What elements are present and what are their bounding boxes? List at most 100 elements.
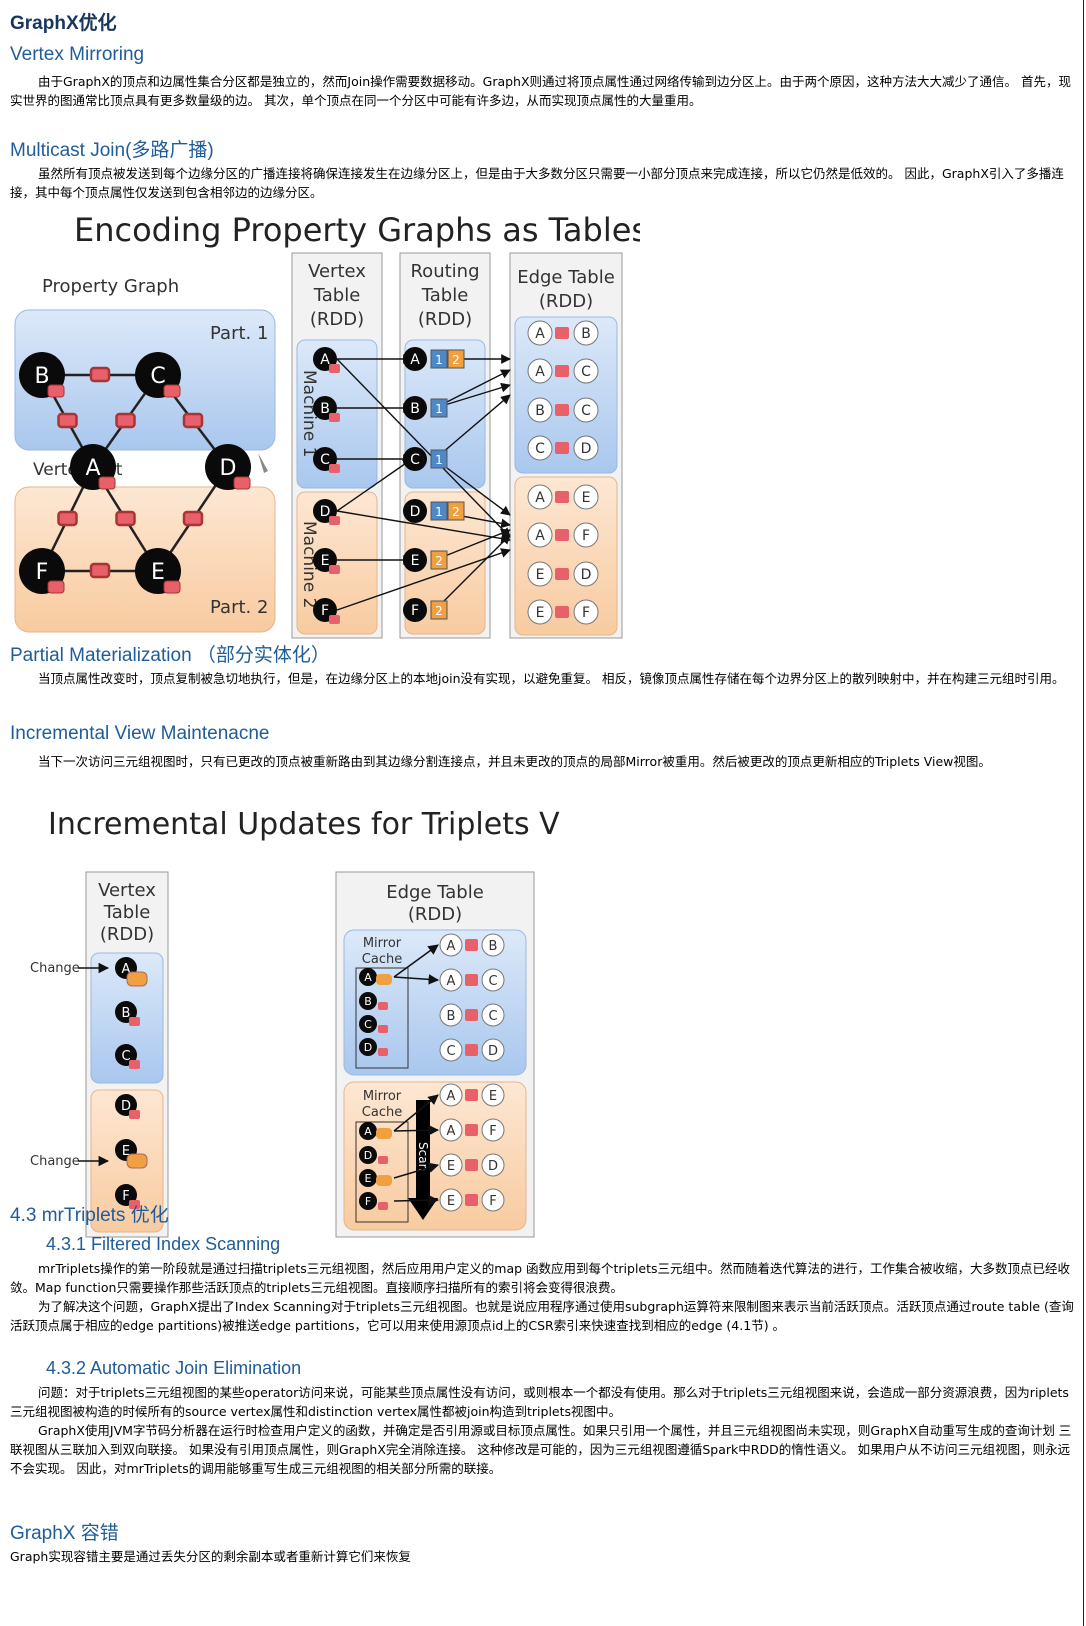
property-graph-label: Property Graph (42, 276, 179, 297)
figure-incremental-updates: Incremental Updates for Triplets View Ve… (30, 807, 560, 1238)
edge-marker (89, 562, 111, 579)
edge-marker (465, 1089, 478, 1101)
edge-dst-label: F (582, 528, 590, 544)
part1-label: Part. 1 (210, 323, 268, 344)
edge-src-label: A (535, 326, 545, 342)
edge-src-label: E (536, 567, 545, 583)
edge-marker (555, 327, 569, 339)
routing-partition-label: 2 (452, 505, 460, 519)
changed-attr-cylinder (376, 974, 392, 985)
vertex-attr-marker (98, 476, 116, 490)
paragraph-multicast-join: 虽然所有顶点被发送到每个边缘分区的广播连接将确保连接发生在边缘分区上，但是由于大… (10, 166, 1064, 200)
graph-node-label: F (36, 560, 49, 585)
svg-text:VertexTable(RDD): Vertex Table (RDD) (308, 261, 366, 330)
figure-encoding-property-graphs: Encoding Property Graphs as Tables Prope… (14, 211, 640, 639)
edge-marker (465, 1159, 478, 1171)
edge-dst-label: D (488, 1159, 498, 1174)
vertex-node-label: A (320, 352, 330, 368)
edge-dst-label: D (581, 441, 592, 457)
routing-partition-label: 1 (435, 453, 443, 467)
paragraph-incremental-view: 当下一次访问三元组视图时，只有已更改的顶点被重新路由到其边缘分割连接点，并且未更… (38, 754, 991, 769)
cache-arrow (393, 1194, 440, 1206)
changed-attr-cylinder (126, 1153, 148, 1169)
rt-line1: Routing (410, 261, 479, 282)
cache-arrow (393, 1124, 440, 1136)
paragraph-automatic-1: 问题：对于triplets三元组视图的某些operator访问来说，可能某些顶点… (10, 1385, 1069, 1419)
cache-vertex-label: B (364, 995, 372, 1008)
edge-marker (115, 510, 136, 527)
edge-src-label: E (447, 1159, 455, 1174)
figure1-title: Encoding Property Graphs as Tables (74, 211, 640, 249)
et2-line1: Edge Table (386, 882, 484, 903)
cache-vertex-label: D (364, 1149, 372, 1162)
edge-marker (465, 1194, 478, 1206)
vertex-attr-marker (329, 464, 340, 473)
edge-src-label: A (535, 490, 545, 506)
edge-src-label: B (447, 1009, 456, 1024)
cache-vertex-label: A (364, 1125, 372, 1138)
vertex-attr-marker (329, 565, 340, 574)
edge-src-label: C (535, 441, 545, 457)
edge-marker (465, 1009, 478, 1021)
edge-marker (182, 510, 204, 527)
edge-marker (555, 606, 569, 618)
edge-marker (465, 1044, 478, 1056)
routing-node-label: C (410, 452, 420, 468)
et-line2: (RDD) (539, 291, 593, 312)
mc1-line2: Cache (362, 952, 402, 967)
mc2-line2: Cache (362, 1105, 402, 1120)
heading-multicast-join: Multicast Join(多路广播) (10, 140, 214, 161)
edge-marker (555, 404, 569, 416)
pencil-icon (258, 453, 268, 473)
paragraph-filtered-2: 为了解决这个问题，GraphX提出了Index Scanning对于triple… (10, 1299, 1074, 1333)
svg-text:VertexTable(RDD): Vertex Table (RDD) (98, 880, 156, 945)
changed-attr-cylinder (376, 1128, 392, 1139)
edge-marker (555, 529, 569, 541)
vt-line1: Vertex (308, 261, 366, 282)
routing-partition-label: 1 (435, 402, 443, 416)
heading-filtered-index: 4.3.1 Filtered Index Scanning (46, 1234, 281, 1254)
vt2-line2: Table (103, 902, 151, 923)
edge-src-label: E (447, 1194, 455, 1209)
edge-src-label: A (447, 939, 456, 954)
cache-vertex-label: A (364, 971, 372, 984)
edge-marker (57, 510, 78, 527)
vertex-attr-marker (233, 476, 251, 490)
vertex-attr-marker (163, 384, 181, 398)
et-line1: Edge Table (517, 267, 615, 288)
routing-partition-label: 2 (435, 604, 443, 618)
vertex-attr-marker (329, 364, 340, 373)
heading-mrtriplets: 4.3 mrTriplets 优化 (10, 1205, 169, 1226)
edge-src-label: A (447, 1124, 456, 1139)
rt-line3: (RDD) (418, 309, 472, 330)
vertex-attr-marker (329, 516, 340, 525)
et2-line2: (RDD) (408, 904, 462, 925)
heading-vertex-mirroring: Vertex Mirroring (10, 44, 145, 65)
vertex-attr-marker (129, 1017, 140, 1026)
edge-dst-label: F (582, 605, 590, 621)
graph-node-label: D (220, 456, 237, 481)
changed-attr-cylinder (376, 1175, 392, 1186)
routing-node-label: E (411, 553, 420, 569)
routing-partition-label: 1 (435, 353, 443, 367)
svg-text:MirrorCache: Mirror Cache (362, 936, 402, 967)
cache-attr-marker (378, 1002, 388, 1010)
edge-dst-label: C (581, 364, 591, 380)
scan-label: Scan (416, 1142, 430, 1171)
vt2-line3: (RDD) (100, 924, 154, 945)
vertex-node-label: F (321, 603, 329, 619)
graph-node-label: A (85, 456, 100, 481)
vertex-attr-marker (329, 615, 340, 624)
vertex-node-label: E (321, 553, 330, 569)
routing-node-label: B (410, 401, 420, 417)
edge-marker (555, 568, 569, 580)
edge-src-label: A (535, 364, 545, 380)
vertex-attr-marker (329, 413, 340, 422)
edge-dst-label: D (488, 1044, 498, 1059)
paragraph-fault-tolerance: Graph实现容错主要是通过丢失分区的剩余副本或者重新计算它们来恢复 (10, 1549, 411, 1564)
routing-partition-label: 2 (452, 353, 460, 367)
edge-dst-label: F (489, 1124, 496, 1139)
edge-src-label: C (446, 1044, 455, 1059)
heading-automatic-join: 4.3.2 Automatic Join Elimination (46, 1358, 302, 1378)
cache-vertex-label: F (365, 1195, 371, 1208)
